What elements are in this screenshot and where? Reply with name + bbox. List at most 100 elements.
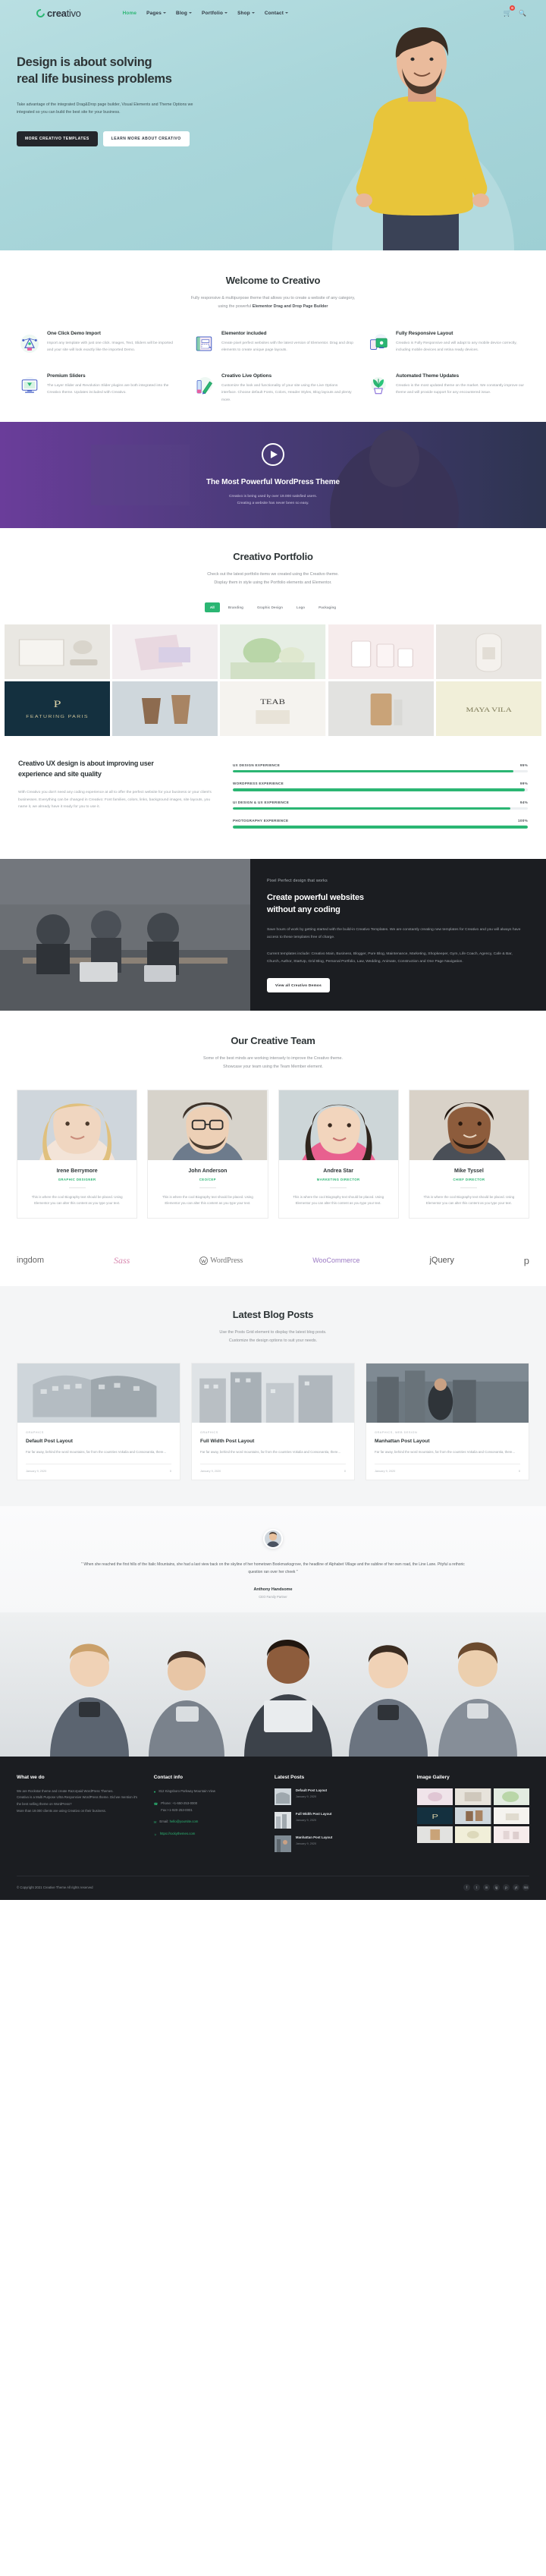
hero-title: Design is about solving real life busine… xyxy=(17,55,303,88)
blog-post[interactable]: GRAPHICS, WEB DESIGN Manhattan Post Layo… xyxy=(366,1363,529,1480)
wordpress-icon xyxy=(199,1256,209,1265)
feature-text: Import any template with just one click.… xyxy=(47,341,173,353)
palette-brush-icon xyxy=(196,376,213,395)
gallery-thumb[interactable]: P xyxy=(416,1807,453,1824)
filter-all[interactable]: All xyxy=(204,602,220,612)
instagram-icon[interactable]: ig xyxy=(493,1883,500,1891)
footer-text-2: Creativo is a Multi Purpose Ultra Respon… xyxy=(17,1795,138,1806)
youtube-icon[interactable]: yt xyxy=(513,1883,519,1891)
portfolio-item[interactable] xyxy=(435,624,541,679)
post-category: GRAPHICS, WEB DESIGN xyxy=(375,1431,418,1435)
nav-label: Pages xyxy=(146,10,162,16)
website-link[interactable]: https://rockythemes.com xyxy=(160,1831,196,1838)
address-text: 812 Kingsboro Parkway Mountain View xyxy=(158,1788,216,1793)
portfolio-item[interactable]: TEAB xyxy=(220,681,326,736)
team-section: Our Creative Team Some of the best minds… xyxy=(0,1010,546,1238)
nav-item-pages[interactable]: Pages xyxy=(146,11,166,16)
twitter-icon[interactable]: t xyxy=(473,1883,480,1891)
chevron-down-icon xyxy=(189,12,192,14)
post-title[interactable]: Default Post Layout xyxy=(26,1439,171,1444)
search-icon[interactable]: 🔍 xyxy=(519,10,526,17)
skill-fill xyxy=(233,807,510,810)
mail-icon: ✉ xyxy=(153,1820,157,1825)
more-templates-button[interactable]: MORE CREATIVO TEMPLATES xyxy=(17,131,98,147)
post-date: January 9, 2020 xyxy=(200,1469,221,1473)
view-demos-button[interactable]: View all Creativo Demos xyxy=(267,978,331,993)
skill-label: PHOTOGRAPHY EXPERIENCE xyxy=(233,819,289,823)
portfolio-item[interactable] xyxy=(328,681,434,736)
cta-paragraph: Save hours of work by getting started wi… xyxy=(267,927,521,939)
portfolio-item[interactable] xyxy=(220,624,326,679)
site-footer: What we do We are Rockstar theme and cre… xyxy=(0,1756,546,1900)
portfolio-item[interactable]: MAYA VILA xyxy=(435,681,541,736)
footer-post-thumb xyxy=(274,1811,291,1829)
social-links: f t in ig p yt rss xyxy=(463,1883,529,1891)
skill-fill xyxy=(233,769,513,773)
team-title: Our Creative Team xyxy=(231,1034,315,1046)
footer-col-contact: Contact info ● 812 Kingsboro Parkway Moun… xyxy=(154,1775,261,1859)
post-image xyxy=(366,1363,529,1423)
portfolio-item[interactable] xyxy=(5,624,111,679)
gallery-thumb[interactable] xyxy=(493,1826,529,1843)
team-sub-line2: Showcase your team using the Team Member… xyxy=(223,1064,323,1069)
nav-item-blog[interactable]: Blog xyxy=(176,11,192,16)
nav-item-portfolio[interactable]: Portfolio xyxy=(202,11,228,16)
nav-item-contact[interactable]: Contact xyxy=(265,11,289,16)
filter-packaging[interactable]: Packaging xyxy=(313,602,341,612)
post-body: GRAPHICS, WEB DESIGN Manhattan Post Layo… xyxy=(366,1423,529,1479)
linkedin-icon[interactable]: in xyxy=(483,1883,490,1891)
skill-bar: WORDPRESS EXPERIENCE 99% xyxy=(233,782,528,791)
post-title[interactable]: Manhattan Post Layout xyxy=(375,1439,520,1444)
team-member[interactable]: Irene Berrymore GRAPHIC DESIGNER This is… xyxy=(17,1089,138,1219)
footer-post[interactable]: Full Width Post Layout January 9, 2020 xyxy=(274,1811,403,1829)
site-logo[interactable]: creativo xyxy=(34,7,81,19)
play-icon[interactable] xyxy=(262,442,284,466)
pinterest-icon[interactable]: p xyxy=(503,1883,510,1891)
team-member[interactable]: Andrea Star MARKETING DIRECTOR This is w… xyxy=(278,1089,399,1219)
footer-col-title: Image Gallery xyxy=(416,1774,450,1780)
blog-post[interactable]: GRAPHICS Full Width Post Layout Far far … xyxy=(191,1363,355,1480)
portfolio-item[interactable]: P FEATURING PARIS xyxy=(5,681,111,736)
team-member[interactable]: Mike Tyssel CHIEF DIRECTOR This is where… xyxy=(408,1089,529,1219)
gallery-thumb[interactable] xyxy=(493,1788,529,1805)
gallery-thumb[interactable] xyxy=(455,1788,491,1805)
rss-icon[interactable]: rss xyxy=(522,1883,529,1891)
pen-tool-icon xyxy=(20,334,39,353)
learn-more-button[interactable]: LEARN MORE ABOUT CREATIVO xyxy=(102,131,190,147)
footer-post[interactable]: Default Post Layout January 9, 2020 xyxy=(274,1788,403,1805)
gallery-thumb[interactable] xyxy=(455,1826,491,1843)
footer-post[interactable]: Manhattan Post Layout January 9, 2020 xyxy=(274,1835,403,1852)
filter-branding[interactable]: Branding xyxy=(223,602,249,612)
cart-icon[interactable]: 🛒 0 xyxy=(504,5,516,17)
gallery-thumb[interactable] xyxy=(493,1807,529,1824)
logo-label: Sass xyxy=(113,1254,130,1266)
portfolio-item[interactable] xyxy=(112,624,218,679)
gallery-thumb[interactable] xyxy=(455,1807,491,1824)
portfolio-item[interactable] xyxy=(112,681,218,736)
blog-post[interactable]: GRAPHICS Default Post Layout Far far awa… xyxy=(17,1363,180,1480)
filter-logo[interactable]: Logo xyxy=(291,602,310,612)
portfolio-item[interactable] xyxy=(328,624,434,679)
team-member[interactable]: John Anderson CEO/CEP This is where the … xyxy=(147,1089,268,1219)
member-bio: This is where the cool Biography text sh… xyxy=(162,1194,253,1206)
cta-title: Create powerful websites without any cod… xyxy=(267,892,525,917)
nav-item-home[interactable]: Home xyxy=(123,11,137,16)
welcome-subtitle: Fully responsive & multipurpose theme th… xyxy=(0,294,546,311)
slider-monitor-icon xyxy=(21,376,38,393)
cta-kicker: Pixel Perfect design that works xyxy=(267,878,328,883)
divider xyxy=(199,1187,216,1188)
facebook-icon[interactable]: f xyxy=(463,1883,470,1891)
svg-text:TEAB: TEAB xyxy=(261,699,286,706)
divider xyxy=(68,1187,86,1188)
gallery-thumb[interactable] xyxy=(416,1788,453,1805)
skill-fill xyxy=(233,826,528,829)
post-title[interactable]: Full Width Post Layout xyxy=(200,1439,346,1444)
chevron-down-icon xyxy=(163,12,166,14)
nav-item-shop[interactable]: Shop xyxy=(237,11,255,16)
email-link[interactable]: hello@yoursite.com xyxy=(170,1820,199,1823)
blog-sub-line1: Use the Posts Grid element to display th… xyxy=(219,1329,327,1335)
gallery-thumb[interactable] xyxy=(416,1826,453,1843)
feature-grid: One Click Demo Import Import any templat… xyxy=(0,331,546,404)
filter-graphic-design[interactable]: Graphic Design xyxy=(252,602,288,612)
footer-text-1: We are Rockstar theme and create Razorpa… xyxy=(17,1788,114,1793)
